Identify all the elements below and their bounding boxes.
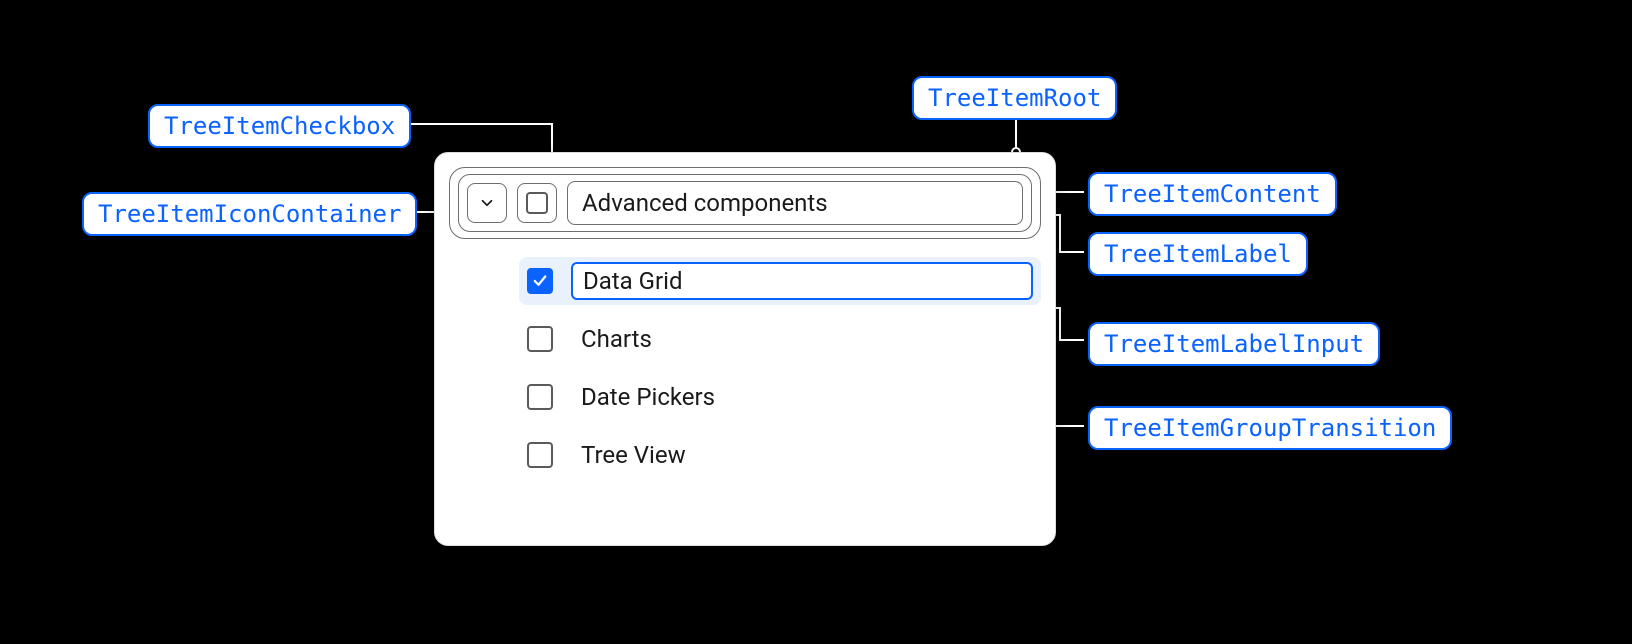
tree-child-label-text: Charts [571, 325, 1033, 353]
tree-child-label-text: Date Pickers [571, 383, 1033, 411]
chevron-down-icon [478, 194, 496, 212]
callout-tree-item-group-transition: TreeItemGroupTransition [1088, 406, 1452, 450]
tree-child-item[interactable]: Tree View [519, 431, 1041, 479]
tree-child-item[interactable]: Data Grid [519, 257, 1041, 305]
callout-tree-item-label-input: TreeItemLabelInput [1088, 322, 1380, 366]
callout-tree-item-label: TreeItemLabel [1088, 232, 1308, 276]
callout-tree-item-root: TreeItemRoot [912, 76, 1117, 120]
tree-panel: Advanced components Data Grid Charts Dat… [434, 152, 1056, 546]
tree-item-checkbox[interactable] [517, 183, 557, 223]
checkbox-unchecked-icon[interactable] [527, 384, 553, 410]
tree-item-label-text: Advanced components [582, 189, 828, 217]
tree-item-label[interactable]: Advanced components [567, 181, 1023, 225]
tree-item-root[interactable]: Advanced components [449, 167, 1041, 239]
checkbox-checked-icon[interactable] [527, 268, 553, 294]
tree-child-label-text: Tree View [571, 441, 1033, 469]
callout-tree-item-icon-container: TreeItemIconContainer [82, 192, 417, 236]
callout-tree-item-checkbox: TreeItemCheckbox [148, 104, 411, 148]
callout-tree-item-content: TreeItemContent [1088, 172, 1337, 216]
checkbox-unchecked-icon[interactable] [527, 326, 553, 352]
tree-child-label-text: Data Grid [583, 267, 683, 295]
tree-item-group-transition: Data Grid Charts Date Pickers Tree View [449, 257, 1041, 479]
tree-child-item[interactable]: Charts [519, 315, 1041, 363]
tree-child-item[interactable]: Date Pickers [519, 373, 1041, 421]
tree-item-icon-container[interactable] [467, 183, 507, 223]
checkbox-unchecked-icon [526, 192, 548, 214]
tree-item-content[interactable]: Advanced components [458, 174, 1032, 232]
tree-item-label-input[interactable]: Data Grid [571, 262, 1033, 300]
checkbox-unchecked-icon[interactable] [527, 442, 553, 468]
